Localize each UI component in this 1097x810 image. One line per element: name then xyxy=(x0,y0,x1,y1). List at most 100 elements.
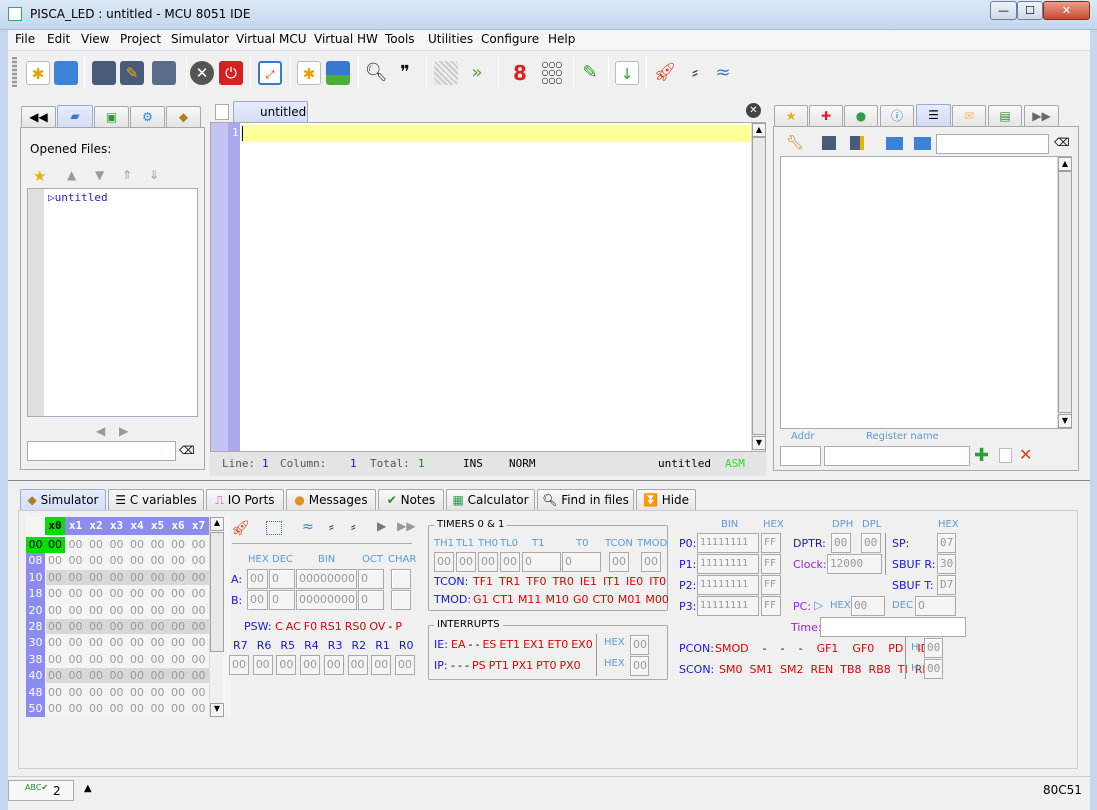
memory-cell[interactable]: 00 xyxy=(168,685,188,701)
port-hex-field[interactable]: FF xyxy=(761,554,781,574)
clear-search-icon[interactable]: ⌫ xyxy=(179,444,195,457)
memory-cell[interactable]: 00 xyxy=(45,553,65,569)
bit-flag[interactable]: EX0 xyxy=(571,638,592,651)
file-search-input[interactable] xyxy=(27,441,176,461)
bit-flag[interactable]: - xyxy=(475,638,479,651)
pencil-icon[interactable]: ✎ xyxy=(578,61,602,85)
reset-icon[interactable] xyxy=(266,521,282,535)
bit-flag[interactable]: PS xyxy=(472,659,486,672)
memory-cell[interactable]: 00 xyxy=(168,603,188,619)
bit-flag[interactable]: ET0 xyxy=(548,638,569,651)
bit-flag[interactable]: RB8 xyxy=(869,663,891,676)
bit-flag[interactable]: ES xyxy=(482,638,496,651)
bit-flag[interactable]: G0 xyxy=(573,593,589,606)
sp-field[interactable]: 07 xyxy=(937,533,956,553)
bit-flag[interactable]: G1 xyxy=(473,593,489,606)
bit-flag[interactable]: CT1 xyxy=(493,593,514,606)
memory-cell[interactable]: 00 xyxy=(45,652,65,668)
memory-cell[interactable]: 00 xyxy=(66,685,86,701)
memory-cell[interactable]: 00 xyxy=(86,635,106,651)
right-tab-hardware[interactable]: ▤ xyxy=(988,105,1022,127)
bit-flag[interactable]: SM1 xyxy=(749,663,772,676)
bit-flag[interactable]: TR0 xyxy=(552,575,573,588)
memory-cell[interactable]: 00 xyxy=(148,668,168,684)
memory-cell[interactable]: 00 xyxy=(45,586,65,602)
memory-cell[interactable]: 00 xyxy=(168,570,188,586)
memory-cell[interactable]: 00 xyxy=(66,635,86,651)
close-file-icon[interactable]: ✕ xyxy=(190,61,214,85)
register-field[interactable]: 00 xyxy=(276,655,297,675)
bit-flag[interactable]: PX0 xyxy=(559,659,580,672)
bit-flag[interactable]: PT1 xyxy=(489,659,509,672)
left-tab-project-files[interactable]: ▣ xyxy=(94,106,129,128)
start-simulator-icon[interactable]: 🚀︎ xyxy=(231,519,250,537)
bit-flag[interactable]: TI xyxy=(898,663,908,676)
register-field[interactable]: 00 xyxy=(229,655,249,675)
tab-io-ports[interactable]: ⎍ IO Ports xyxy=(206,489,284,511)
memory-cell[interactable]: 00 xyxy=(148,701,168,717)
new-tab-icon[interactable] xyxy=(215,104,229,120)
memory-cell[interactable]: 00 xyxy=(107,586,127,602)
import-watches-icon[interactable] xyxy=(914,137,931,150)
menu-configure[interactable]: Configure xyxy=(481,32,539,46)
memory-cell[interactable]: 00 xyxy=(66,668,86,684)
animate-icon[interactable]: ▶▶ xyxy=(397,519,415,533)
addr-input[interactable] xyxy=(780,446,821,466)
tab-simulator[interactable]: ◆ Simulator xyxy=(20,489,106,511)
remove-watch-icon[interactable]: ✕ xyxy=(1019,445,1032,464)
memory-cell[interactable]: 00 xyxy=(168,619,188,635)
dph-field[interactable]: 00 xyxy=(831,533,851,553)
step-over-icon[interactable]: ⸗ xyxy=(351,518,356,535)
scroll-thumb[interactable] xyxy=(210,532,224,652)
memory-cell[interactable]: 00 xyxy=(66,586,86,602)
close-editor-icon[interactable]: ✕ xyxy=(746,103,761,118)
menu-tools[interactable]: Tools xyxy=(385,32,415,46)
memory-cell[interactable]: 00 xyxy=(66,619,86,635)
memory-cell[interactable]: 00 xyxy=(189,701,209,717)
bookmark-star-icon[interactable]: ★ xyxy=(33,167,46,185)
selection-mode[interactable]: NORM xyxy=(509,457,536,470)
memory-cell[interactable]: 00 xyxy=(189,685,209,701)
a-oct[interactable]: 0 xyxy=(358,569,384,589)
clock-field[interactable]: 12000 xyxy=(827,554,882,574)
memory-cell[interactable]: 00 xyxy=(189,537,209,553)
menu-file[interactable]: File xyxy=(15,32,35,46)
timer-field[interactable]: 00 xyxy=(434,552,454,572)
editor-area[interactable]: 1 ▲ ▼ xyxy=(210,122,766,452)
file-list-item[interactable]: ▷untitled xyxy=(48,191,108,204)
clear-search-icon[interactable]: ⌫ xyxy=(1054,136,1070,149)
bit-flag[interactable]: M11 xyxy=(518,593,542,606)
left-tab-sfr[interactable]: ◆ xyxy=(166,106,201,128)
memory-cell[interactable]: 00 xyxy=(148,586,168,602)
ip-hex[interactable]: 00 xyxy=(630,656,649,676)
bit-flag[interactable]: GF0 xyxy=(852,642,874,655)
memory-cell[interactable]: 00 xyxy=(86,586,106,602)
port-bin-field[interactable]: 11111111 xyxy=(697,554,759,574)
memory-cell[interactable]: 00 xyxy=(148,619,168,635)
memory-cell[interactable]: 00 xyxy=(148,603,168,619)
save-watches-icon[interactable] xyxy=(822,136,836,150)
watch-search-input[interactable] xyxy=(936,134,1049,154)
right-tab-register-watches[interactable]: ☰ xyxy=(916,104,951,126)
memory-cell[interactable]: 00 xyxy=(107,685,127,701)
bit-flag[interactable]: - xyxy=(458,659,462,672)
memory-cell[interactable]: 00 xyxy=(86,553,106,569)
scon-hex-field[interactable]: 00 xyxy=(924,659,943,679)
memory-cell[interactable]: 00 xyxy=(189,570,209,586)
dpl-field[interactable]: 00 xyxy=(861,533,881,553)
register-field[interactable]: 00 xyxy=(347,655,368,675)
bit-flag[interactable]: IT0 xyxy=(649,575,666,588)
memory-cell[interactable]: 00 xyxy=(168,586,188,602)
bit-flag[interactable]: GF1 xyxy=(817,642,839,655)
memory-cell[interactable]: 00 xyxy=(127,586,147,602)
menu-virtual-mcu[interactable]: Virtual MCU xyxy=(236,32,307,46)
timer-field[interactable]: 00 xyxy=(456,552,476,572)
memory-cell[interactable]: 00 xyxy=(107,652,127,668)
memory-cell[interactable]: 00 xyxy=(66,652,86,668)
memory-cell[interactable]: 00 xyxy=(127,603,147,619)
seven-segment-icon[interactable]: 8 xyxy=(508,61,532,85)
tab-hide[interactable]: ⏬ Hide xyxy=(636,489,696,511)
menu-utilities[interactable]: Utilities xyxy=(428,32,473,46)
memory-cell[interactable]: 00 xyxy=(127,668,147,684)
timer-field[interactable]: 00 xyxy=(609,552,629,572)
